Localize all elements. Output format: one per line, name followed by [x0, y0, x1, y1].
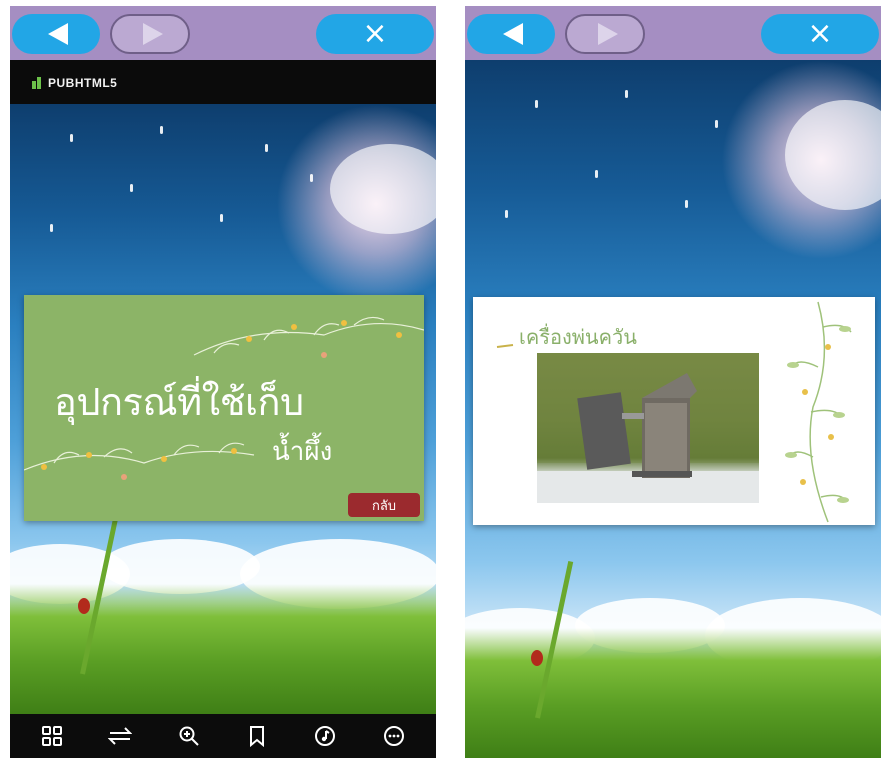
next-page-button[interactable] [110, 14, 190, 54]
logo-text: PUBHTML5 [48, 76, 118, 90]
slide-subtitle: น้ำผึ้ง [272, 437, 333, 467]
slide-title: อุปกรณ์ที่ใช้เก็บ [54, 380, 304, 424]
next-page-button[interactable] [565, 14, 645, 54]
zoom-in-icon[interactable] [169, 716, 209, 756]
swap-icon[interactable] [100, 716, 140, 756]
title-slide: อุปกรณ์ที่ใช้เก็บ น้ำผึ้ง กลับ [24, 295, 424, 521]
arrow-left-icon [48, 23, 68, 45]
previous-page-button[interactable] [467, 14, 555, 54]
logo-bar: PUBHTML5 [10, 60, 436, 104]
arrow-right-icon [143, 23, 163, 45]
content-slide: เครื่องพ่นควัน [473, 297, 875, 525]
screenshot-composite: × PUBHTML5 อุปกรณ์ที่ใช้เก็บ น้ำผึ้ง กลั… [0, 0, 881, 758]
bottom-toolbar [10, 714, 436, 758]
right-screen: × เครื่องพ่นควัน [465, 6, 881, 758]
ladybug [78, 598, 90, 614]
left-screen: × PUBHTML5 อุปกรณ์ที่ใช้เก็บ น้ำผึ้ง กลั… [10, 6, 436, 758]
arrow-left-icon [503, 23, 523, 45]
top-nav-bar: × [10, 6, 436, 60]
bookmark-icon[interactable] [237, 716, 277, 756]
close-button[interactable]: × [316, 14, 434, 54]
top-nav-bar: × [465, 6, 881, 60]
previous-page-button[interactable] [12, 14, 100, 54]
pubhtml5-logo: PUBHTML5 [32, 76, 117, 90]
close-icon: × [807, 16, 833, 51]
back-button[interactable]: กลับ [348, 493, 420, 517]
slide-title: เครื่องพ่นควัน [519, 325, 637, 349]
close-button[interactable]: × [761, 14, 879, 54]
thumbnails-icon[interactable] [32, 716, 72, 756]
music-icon[interactable] [305, 716, 345, 756]
logo-icon [32, 77, 44, 89]
close-icon: × [362, 16, 388, 51]
arrow-right-icon [598, 23, 618, 45]
ladybug [531, 650, 543, 666]
more-icon[interactable] [374, 716, 414, 756]
bee-smoker-photo [537, 353, 759, 503]
